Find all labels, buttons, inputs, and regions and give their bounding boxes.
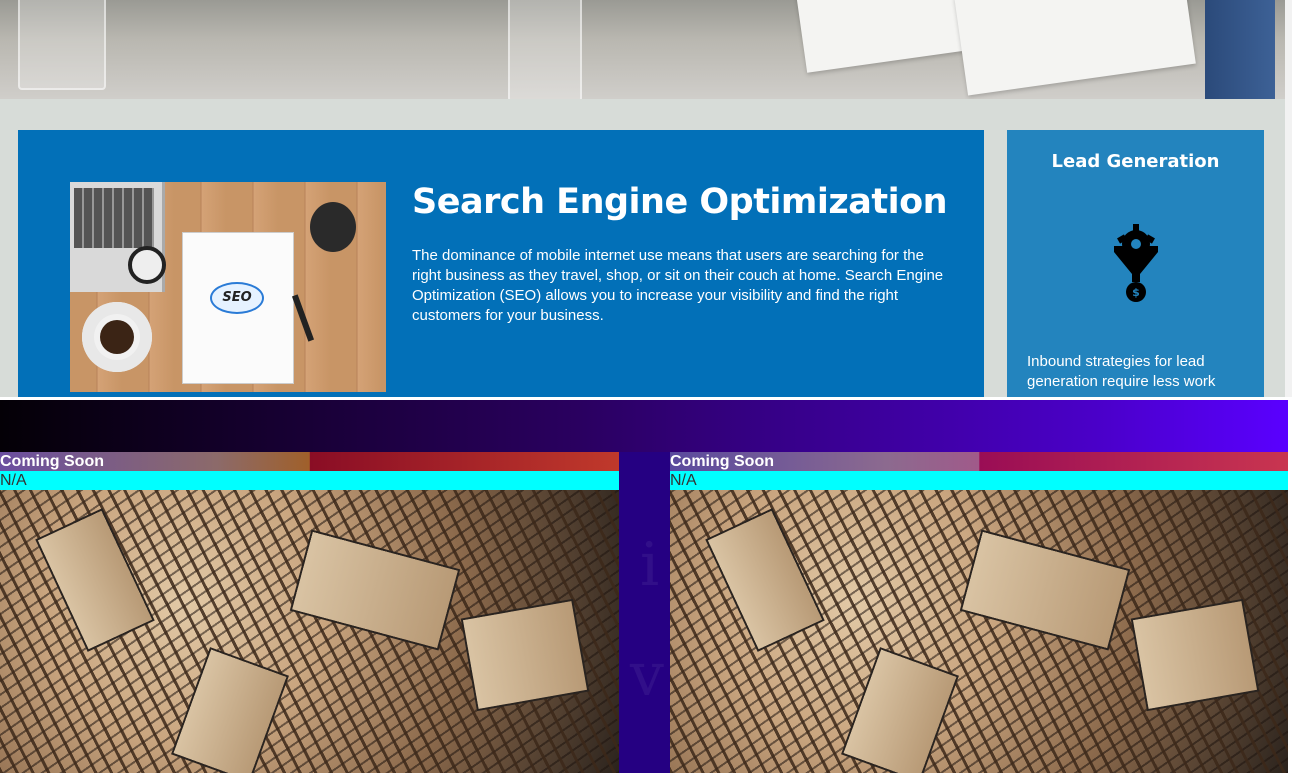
coming-soon-item[interactable]: Coming Soon N/A [0,452,619,773]
seo-title: Search Engine Optimization [412,182,948,222]
seo-image-label: SEO [210,282,264,314]
coming-soon-item[interactable]: Coming Soon N/A [670,452,1288,773]
page-edge [1285,0,1292,397]
watermark-decoration: i [640,530,660,600]
coming-soon-section: i v Coming Soon N/A Coming Soon N/A [0,400,1288,773]
pencil-cup-decoration [310,202,356,252]
item-title: Coming Soon [0,453,104,470]
lead-generation-card: Lead Generation $ Inbound strategies for… [1007,130,1264,397]
glass-decoration [508,0,582,99]
item-status: N/A [670,471,1288,490]
sleeve-decoration [1205,0,1275,99]
pen-decoration [291,294,315,342]
magnifier-decoration [128,246,166,284]
watermark-decoration: v [630,640,664,710]
hero-image [0,0,1285,99]
svg-text:$: $ [1132,286,1140,299]
paper-decoration [954,0,1196,96]
item-title: Coming Soon [670,453,774,470]
coffee-decoration [100,320,134,354]
books-image [670,490,1288,773]
gear-funnel-dollar-icon: $ [1114,224,1158,302]
seo-description: The dominance of mobile internet use mea… [412,247,944,324]
item-header: Coming Soon [670,452,1288,471]
seo-card: SEO Search Engine Optimization The domin… [18,130,984,397]
lead-generation-description: Inbound strategies for lead generation r… [1027,353,1216,390]
books-image [0,490,619,773]
item-status: N/A [0,471,619,490]
item-header: Coming Soon [0,452,619,471]
lead-generation-title: Lead Generation [1051,151,1220,172]
seo-image: SEO [70,182,386,392]
glass-decoration [18,0,106,90]
